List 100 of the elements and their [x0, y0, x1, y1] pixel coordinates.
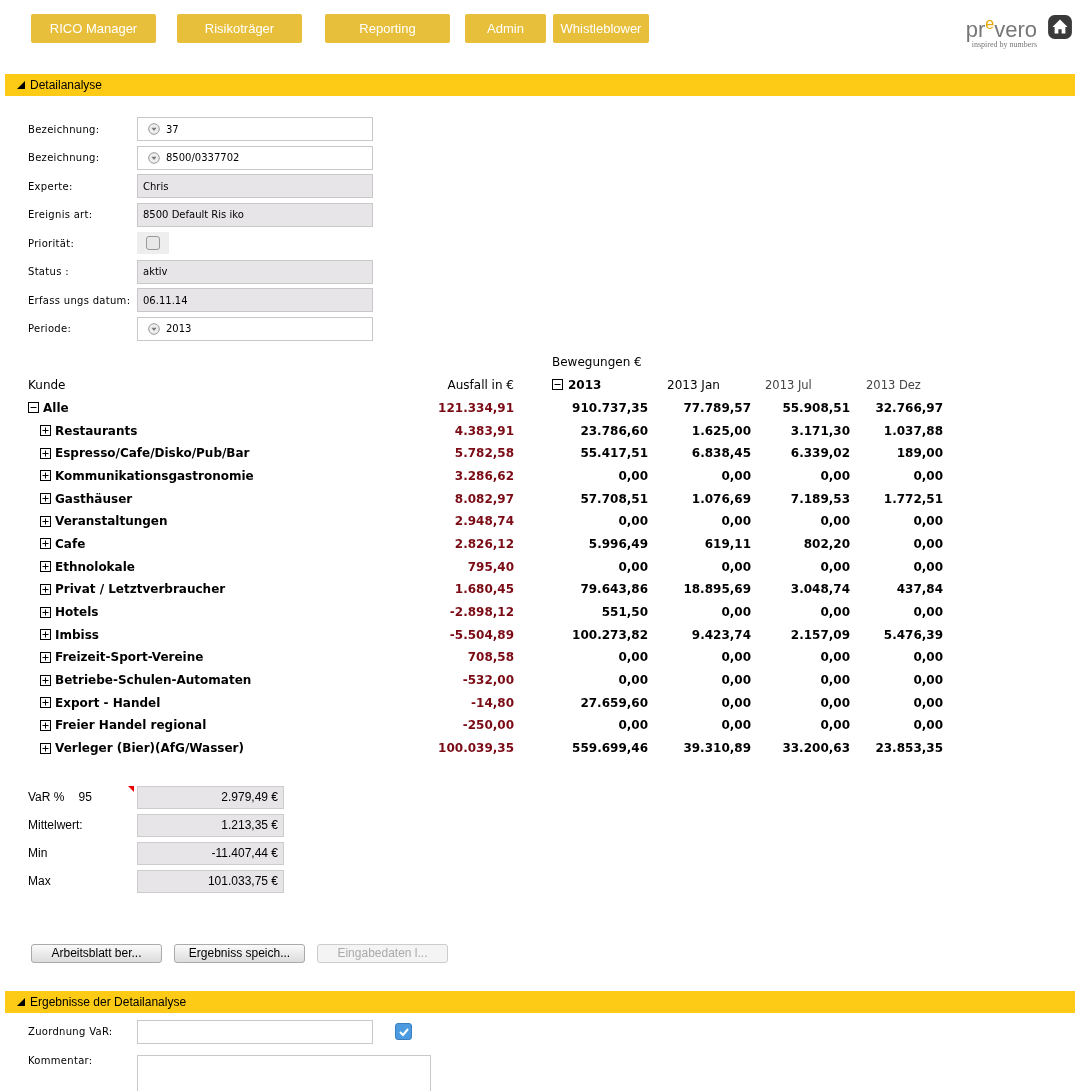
expand-icon[interactable]	[40, 697, 51, 709]
expand-icon[interactable]	[40, 561, 51, 573]
table-cell-text: 121.334,91	[437, 400, 514, 415]
table-cell-text: 0,00	[819, 718, 850, 733]
expand-icon[interactable]	[40, 447, 51, 459]
stat-value: 1.213,35 €	[137, 813, 284, 837]
table-cell-text: 0,00	[912, 514, 943, 529]
expand-icon[interactable]	[40, 425, 51, 437]
expand-icon[interactable]	[40, 470, 51, 482]
table-cell-text: 0,00	[720, 695, 751, 710]
table-cell-text: 0,00	[720, 673, 751, 688]
stat-value: 101.033,75 €	[137, 869, 284, 893]
table-cell-text: 0,00	[617, 718, 648, 733]
table-cell-text: 39.310,89	[682, 741, 751, 756]
table-cell-text: 1.772,51	[882, 491, 943, 506]
expand-icon[interactable]	[40, 583, 51, 595]
column-header: 2013	[568, 377, 602, 392]
readonly-field: aktiv	[137, 259, 373, 284]
action-button[interactable]: Arbeitsblatt ber...	[31, 943, 162, 963]
table-cell-text: 57.708,51	[579, 491, 648, 506]
table-cell-text: 18.895,69	[682, 582, 751, 597]
table-cell-text: 6.339,02	[789, 446, 850, 461]
table-cell-text: 0,00	[912, 718, 943, 733]
dropdown-field[interactable]: 2013	[137, 316, 373, 341]
table-cell-text: 551,50	[600, 605, 648, 620]
collapse-icon[interactable]	[28, 402, 39, 414]
table-cell-text: -2.898,12	[448, 605, 514, 620]
column-header: Ausfall in €	[446, 377, 514, 392]
expand-icon[interactable]	[40, 606, 51, 618]
table-cell-text: -14,80	[470, 695, 514, 710]
table-cell-text: 0,00	[912, 605, 943, 620]
table-cell-text: 0,00	[912, 673, 943, 688]
section-title: Ergebnisse der Detailanalyse	[30, 994, 187, 1009]
table-cell-text: 79.643,86	[579, 582, 648, 597]
row-label: Restaurants	[55, 423, 138, 438]
table-cell-text: 1.625,00	[690, 423, 751, 438]
readonly-field: 8500 Default Ris iko	[137, 202, 373, 227]
expand-icon[interactable]	[40, 629, 51, 641]
table-cell-text: 33.200,63	[781, 741, 850, 756]
table-cell-text: 8.082,97	[453, 491, 514, 506]
row-label: Privat / Letztverbraucher	[55, 582, 226, 597]
row-label: Cafe	[55, 536, 86, 551]
table-cell-text: 0,00	[912, 468, 943, 483]
expand-icon[interactable]	[40, 538, 51, 550]
table-cell-text: 0,00	[912, 536, 943, 551]
table-cell-text: 32.766,97	[874, 400, 943, 415]
row-label: Ethnolokale	[55, 559, 135, 574]
logo-wordmark: pr$^{e}$vero	[965, 14, 1037, 43]
column-header: Kunde	[28, 377, 67, 392]
table-cell-text: 0,00	[617, 514, 648, 529]
dropdown-field[interactable]: 8500/0337702	[137, 145, 373, 170]
collapse-icon[interactable]	[552, 379, 563, 390]
expand-icon[interactable]	[40, 719, 51, 731]
section-header[interactable]: Ergebnisse der Detailanalyse	[5, 990, 1075, 1013]
dropdown-field[interactable]: 37	[137, 117, 373, 141]
expand-icon[interactable]	[40, 515, 51, 527]
table-cell-text: -250,00	[461, 718, 514, 733]
table-cell-text: 619,11	[703, 536, 751, 551]
checkbox[interactable]	[146, 236, 160, 250]
section-title: Detailanalyse	[30, 78, 103, 92]
table-cell-text: 0,00	[617, 468, 648, 483]
table-cell-text: 559.699,46	[571, 741, 648, 756]
expand-icon[interactable]	[40, 674, 51, 686]
row-label: Veranstaltungen	[55, 514, 168, 529]
field-label: Bezeichnung:	[28, 123, 101, 135]
section-header[interactable]: Detailanalyse	[5, 74, 1075, 96]
column-header: 2013 Jul	[764, 377, 813, 392]
table-cell-text: 0,00	[617, 673, 648, 688]
expand-icon[interactable]	[40, 742, 51, 754]
field-label: Kommentar:	[28, 1054, 94, 1066]
stat-label: Min	[28, 846, 48, 860]
home-icon[interactable]	[1047, 14, 1073, 40]
table-cell-text: 0,00	[912, 559, 943, 574]
expand-icon[interactable]	[40, 651, 51, 663]
stat-label: VaR %	[28, 790, 65, 804]
table-cell-text: 100.273,82	[571, 627, 648, 642]
expand-icon[interactable]	[40, 493, 51, 505]
row-label: Hotels	[55, 605, 99, 620]
field-label: Experte:	[28, 180, 74, 192]
stat-parameter: 95	[78, 790, 92, 804]
table-cell-text: 0,00	[720, 559, 751, 574]
field-label: Zuordnung VaR:	[28, 1026, 114, 1037]
row-label: Freizeit-Sport-Vereine	[55, 650, 204, 665]
table-cell-text: 0,00	[819, 605, 850, 620]
column-group-header: Bewegungen €	[552, 354, 642, 369]
stat-label: Max	[28, 874, 51, 888]
table-cell-text: 5.782,58	[453, 446, 514, 461]
table-cell-text: 23.853,35	[874, 741, 943, 756]
action-button[interactable]: Ergebniss speich...	[174, 943, 305, 963]
row-label: Kommunikationsgastronomie	[55, 468, 254, 483]
table-cell-text: 0,00	[819, 695, 850, 710]
table-cell-text: 0,00	[912, 650, 943, 665]
field-label: Bezeichnung:	[28, 152, 101, 163]
checkbox[interactable]	[395, 1023, 412, 1040]
table-cell-text: 189,00	[895, 446, 943, 461]
row-label: Freier Handel regional	[55, 718, 207, 733]
field-label: Erfass ungs datum:	[28, 294, 132, 306]
table-cell-text: 0,00	[819, 673, 850, 688]
table-cell-text: 802,20	[802, 536, 850, 551]
input-field[interactable]	[137, 1019, 373, 1044]
